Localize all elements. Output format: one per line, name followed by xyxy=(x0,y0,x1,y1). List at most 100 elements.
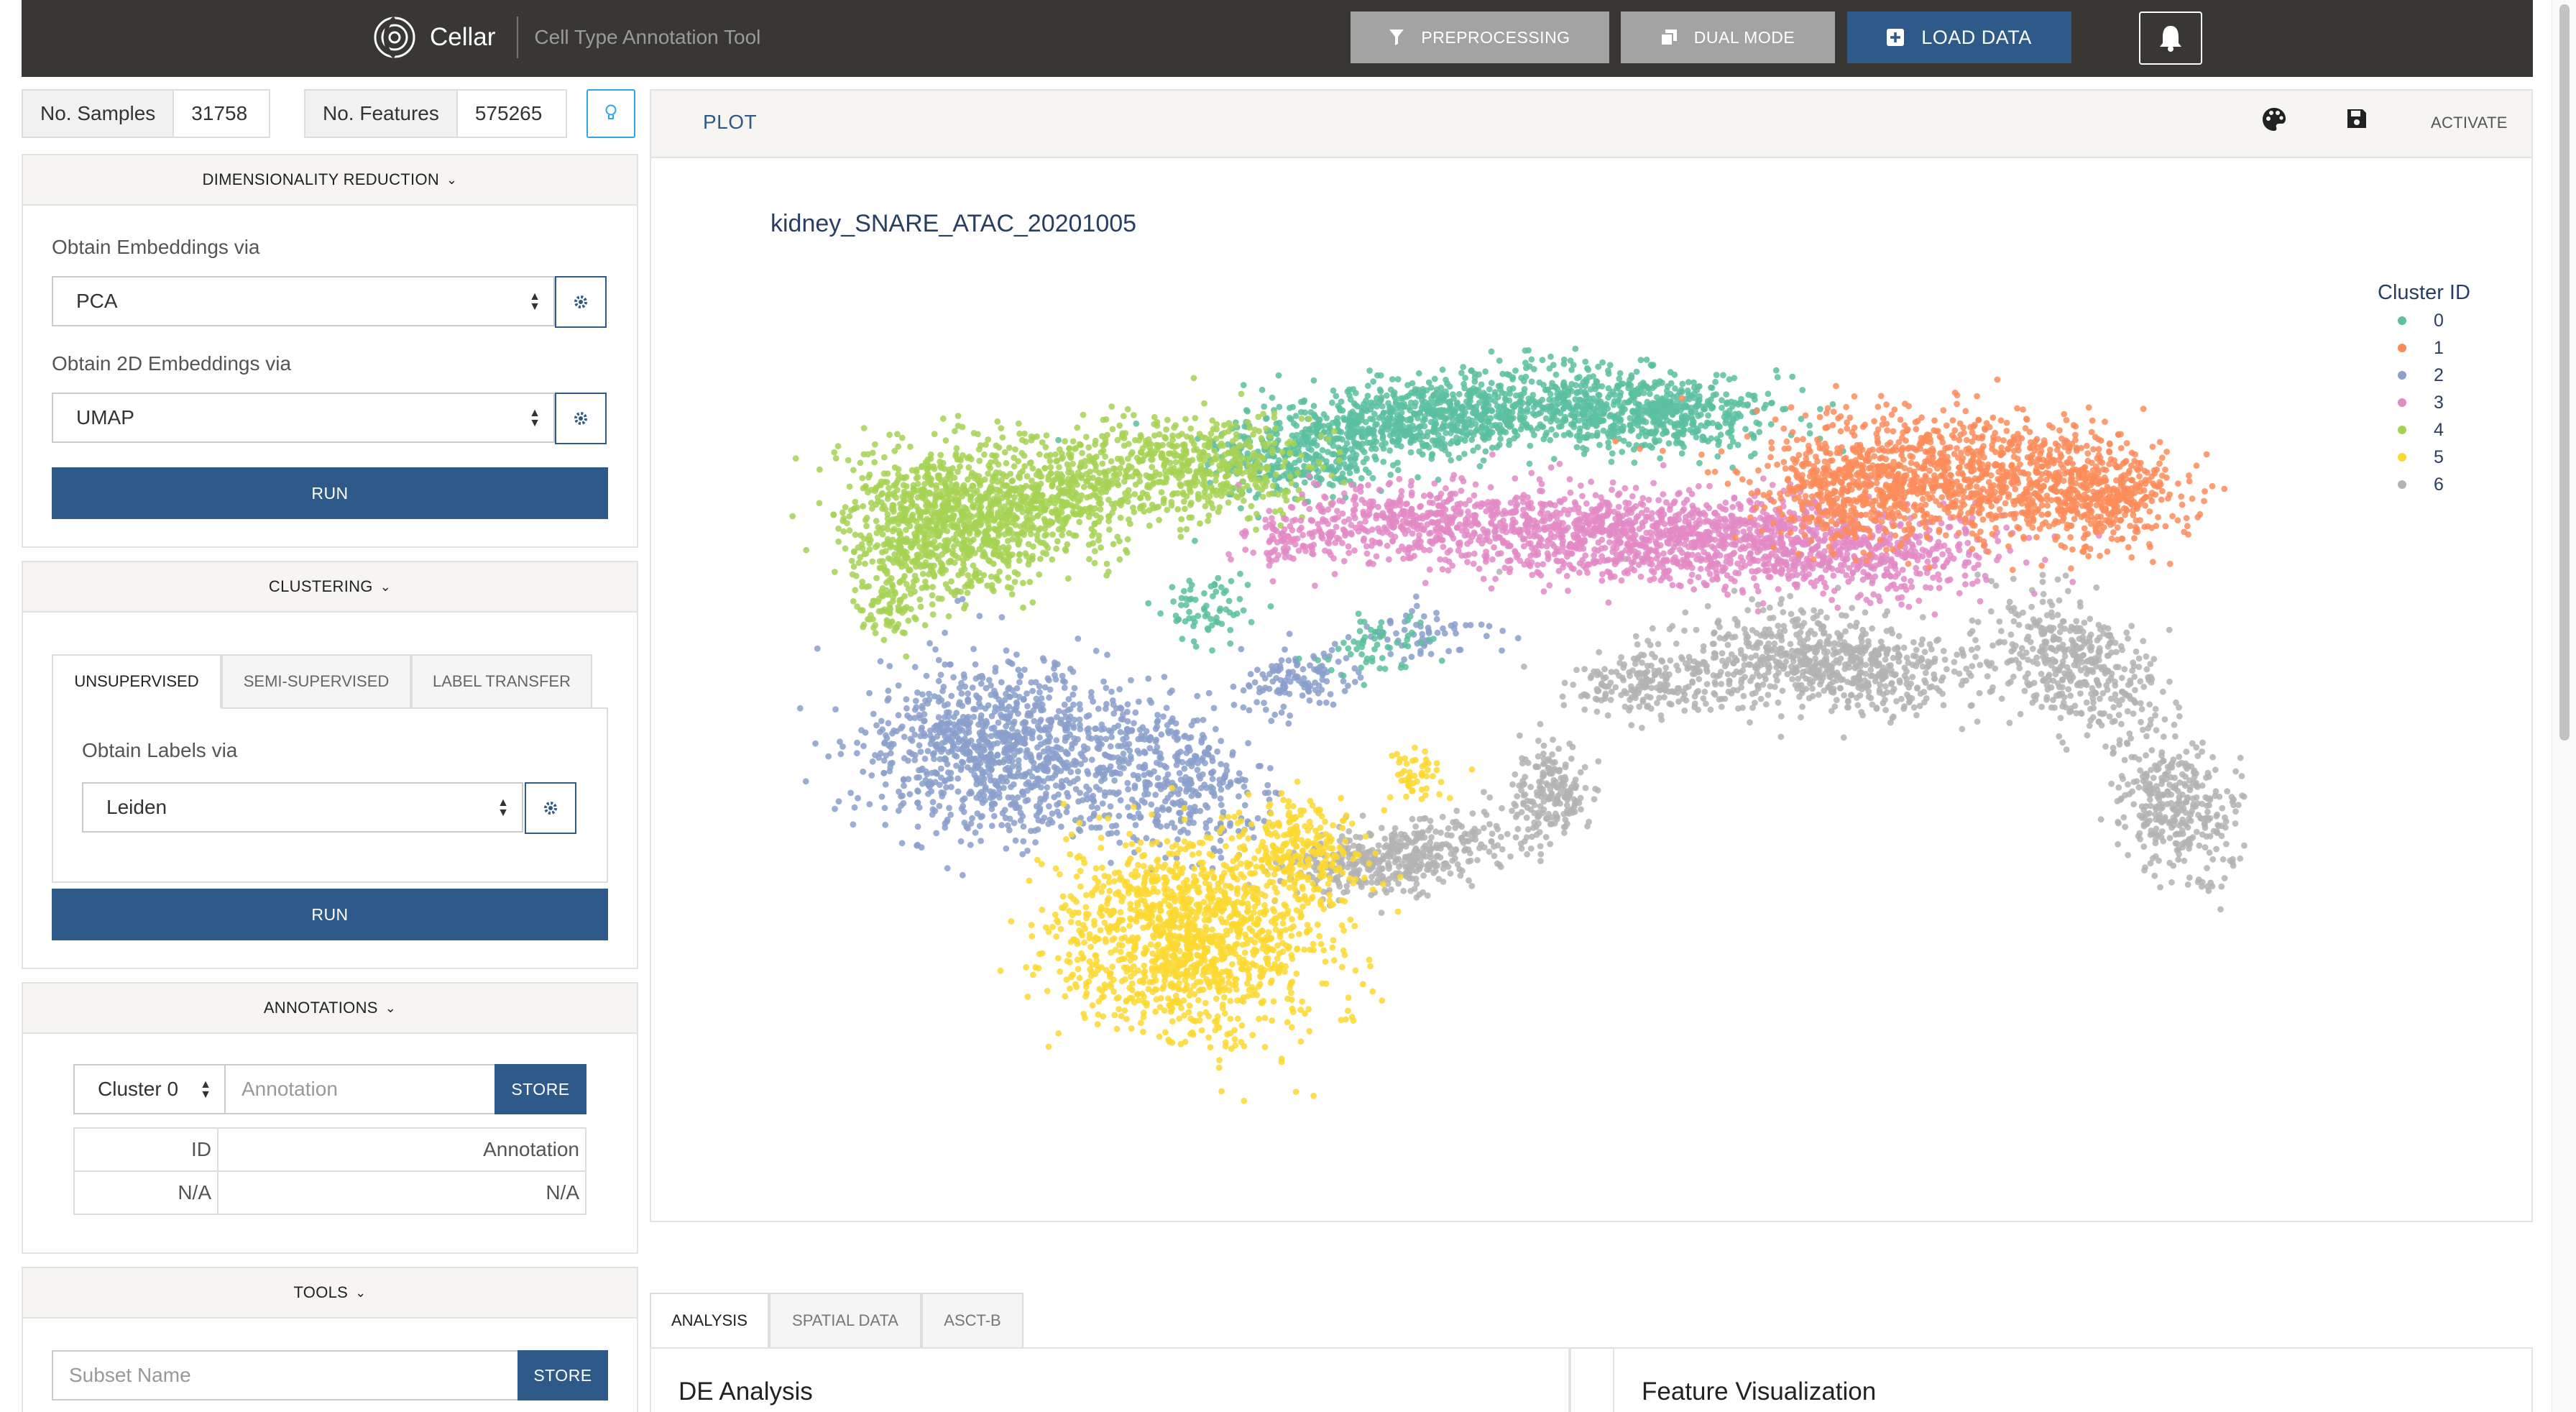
scatter-point xyxy=(2107,639,2114,646)
umap-scatter-plot[interactable]: kidney_SNARE_ATAC_20201005 Cluster ID 01… xyxy=(651,160,2531,1221)
labels-select[interactable]: Leiden ▲ ▼ xyxy=(82,782,523,833)
scatter-point xyxy=(1546,769,1553,776)
dual-mode-button[interactable]: DUAL MODE xyxy=(1621,12,1835,63)
save-icon[interactable] xyxy=(2346,108,2368,129)
dim-reduction-header[interactable]: DIMENSIONALITY REDUCTION ⌄ xyxy=(23,155,637,206)
scatter-point xyxy=(1196,902,1202,909)
tab-content-top-border xyxy=(221,707,608,709)
hint-button[interactable] xyxy=(586,89,635,138)
activate-button[interactable]: ACTIVATE xyxy=(2431,114,2508,132)
scatter-point xyxy=(1787,592,1794,600)
scatter-point xyxy=(1187,804,1193,812)
scatter-point xyxy=(939,687,946,694)
scatter-point xyxy=(988,692,995,698)
scatter-point xyxy=(1989,687,1995,694)
scatter-point xyxy=(1216,1057,1223,1063)
scatter-point xyxy=(2204,808,2211,815)
scatter-point xyxy=(1269,1017,1276,1024)
scatter-point xyxy=(1276,933,1284,940)
scatter-point xyxy=(1523,815,1530,821)
scatter-point xyxy=(2196,842,2203,849)
scatter-point xyxy=(2187,817,2194,825)
scatter-point xyxy=(1810,664,1816,671)
scatter-point xyxy=(1052,911,1059,918)
scatter-point xyxy=(2073,710,2080,717)
palette-icon[interactable] xyxy=(2261,106,2287,132)
scatter-point xyxy=(1188,780,1195,787)
scatter-point xyxy=(1619,674,1626,681)
scatter-point xyxy=(1540,772,1547,779)
scatter-point xyxy=(1828,666,1835,672)
annotation-store-button[interactable]: STORE xyxy=(494,1064,586,1114)
chevron-down-icon: ⌄ xyxy=(355,1285,367,1300)
scatter-point xyxy=(914,774,920,781)
scatter-point xyxy=(1256,1015,1262,1022)
embeddings-2d-select[interactable]: UMAP ▲ ▼ xyxy=(52,393,555,443)
scatter-point xyxy=(2166,835,2174,841)
dim-reduction-run-button[interactable]: RUN xyxy=(52,467,608,519)
scatter-point xyxy=(1420,845,1427,852)
scatter-point xyxy=(994,751,1001,758)
scatter-point xyxy=(1959,646,1965,653)
scatter-point xyxy=(1131,907,1138,914)
tab-label-transfer[interactable]: LABEL TRANSFER xyxy=(411,654,592,709)
scatter-point xyxy=(1649,677,1656,684)
subset-store-button[interactable]: STORE xyxy=(518,1350,608,1400)
clustering-run-button[interactable]: RUN xyxy=(52,889,608,940)
scatter-point xyxy=(1895,633,1903,640)
scatter-point xyxy=(998,700,1005,707)
embeddings-settings-button[interactable] xyxy=(555,276,607,328)
scatter-point xyxy=(1067,919,1075,925)
embeddings-2d-settings-button[interactable] xyxy=(555,393,607,444)
scatter-point xyxy=(942,755,949,762)
scatter-point xyxy=(1681,691,1688,698)
scatter-point xyxy=(2057,664,2064,670)
scatter-point xyxy=(1031,718,1038,725)
scatter-point xyxy=(1772,684,1778,690)
scatter-point xyxy=(1848,679,1855,687)
tools-header[interactable]: TOOLS ⌄ xyxy=(23,1268,637,1319)
scatter-point xyxy=(1116,764,1123,771)
scatter-point xyxy=(1379,856,1386,863)
scatter-point xyxy=(1034,766,1041,774)
annotations-header[interactable]: ANNOTATIONS ⌄ xyxy=(23,984,637,1034)
scatter-point xyxy=(2054,612,2061,618)
embeddings-select[interactable]: PCA ▲ ▼ xyxy=(52,276,555,326)
scatter-point xyxy=(1416,891,1423,898)
scatter-point xyxy=(2093,658,2099,665)
scatter-point xyxy=(1564,810,1571,817)
scatter-point xyxy=(2051,666,2058,673)
cluster-select[interactable]: Cluster 0 ▲ ▼ xyxy=(73,1064,226,1114)
load-data-button[interactable]: LOAD DATA xyxy=(1847,12,2071,63)
scatter-point xyxy=(853,750,860,757)
scatter-point xyxy=(1747,719,1753,726)
scatter-point xyxy=(946,804,952,812)
clustering-header[interactable]: CLUSTERING ⌄ xyxy=(23,562,637,613)
scatter-point xyxy=(1006,684,1013,692)
scatter-point xyxy=(1044,745,1052,752)
tools-panel: TOOLS ⌄ Subset Name STORE xyxy=(22,1267,638,1412)
scatter-point xyxy=(904,712,911,719)
scatter-point xyxy=(926,690,932,697)
notifications-button[interactable] xyxy=(2139,12,2202,65)
scatter-point xyxy=(1140,863,1147,870)
plot-tab[interactable]: PLOT xyxy=(703,111,757,134)
scatter-point xyxy=(1005,714,1012,721)
subset-name-input[interactable]: Subset Name xyxy=(52,1350,519,1400)
tab-unsupervised[interactable]: UNSUPERVISED xyxy=(52,654,221,709)
scatter-point xyxy=(2179,830,2186,838)
scatter-point xyxy=(988,766,995,774)
scatter-point xyxy=(1141,881,1147,887)
labels-settings-button[interactable] xyxy=(525,782,576,834)
scatter-point xyxy=(1359,812,1366,819)
scatter-point xyxy=(1998,695,2005,702)
scatter-point xyxy=(1195,996,1202,1004)
scatter-point xyxy=(1739,705,1746,711)
tab-semi-supervised[interactable]: SEMI-SUPERVISED xyxy=(221,654,411,709)
annotation-input[interactable]: Annotation xyxy=(224,1064,496,1114)
preprocessing-button[interactable]: PREPROCESSING xyxy=(1351,12,1609,63)
scatter-point xyxy=(2168,879,2175,886)
gear-icon xyxy=(574,412,587,425)
scatter-point xyxy=(2224,788,2231,794)
scatter-point xyxy=(1017,810,1024,816)
